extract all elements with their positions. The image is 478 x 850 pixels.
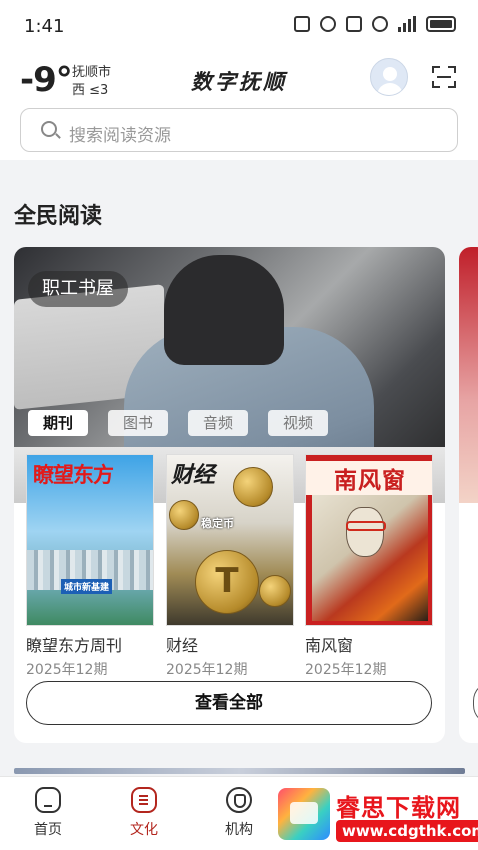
- search-input[interactable]: 搜索阅读资源: [20, 108, 458, 152]
- nfc-icon: [294, 16, 310, 32]
- phone-icon: [226, 787, 252, 813]
- book-cover[interactable]: 财经 稳定币: [166, 454, 294, 626]
- signal-icon: [398, 16, 416, 32]
- search-placeholder: 搜索阅读资源: [69, 126, 171, 146]
- watermark-url: www.cdgthk.com: [336, 820, 478, 842]
- header: -9° 抚顺市 西 ≤3 数字抚顺 搜索阅读资源: [0, 48, 478, 160]
- book-name: 南风窗: [305, 636, 354, 655]
- battery-icon: [426, 16, 456, 32]
- culture-icon: [131, 787, 157, 813]
- search-icon: [41, 121, 57, 137]
- book-issue: 2025年12期: [305, 662, 387, 678]
- book-item[interactable]: 南风窗 南风窗 2025年12期: [305, 454, 433, 679]
- book-issue: 2025年12期: [166, 662, 248, 678]
- book-name: 瞭望东方周刊: [26, 636, 123, 655]
- tab-label: 文化: [130, 822, 158, 838]
- cover-headline: 城市新基建: [61, 579, 113, 594]
- section-title: 全民阅读: [14, 204, 103, 229]
- next-section-peek: [14, 768, 465, 774]
- status-icons: [294, 16, 456, 32]
- book-cover[interactable]: 南风窗: [305, 454, 433, 626]
- tab-label: 首页: [34, 822, 62, 838]
- book-issue: 2025年12期: [26, 662, 108, 678]
- home-icon: [35, 787, 61, 813]
- next-card-peek[interactable]: [459, 247, 478, 743]
- tab-video[interactable]: 视频: [268, 410, 328, 436]
- cover-title: 南风窗: [306, 461, 432, 495]
- banner-tag: 职工书屋: [28, 271, 128, 307]
- tab-periodicals[interactable]: 期刊: [28, 410, 88, 436]
- tab-institutions[interactable]: 机构: [199, 787, 279, 839]
- scan-icon[interactable]: [432, 66, 456, 88]
- avatar[interactable]: [370, 58, 408, 96]
- status-bar: 1:41: [0, 0, 478, 48]
- tab-audio[interactable]: 音频: [188, 410, 248, 436]
- alarm-icon: [320, 16, 336, 32]
- vibrate-icon: [346, 16, 362, 32]
- book-item[interactable]: 瞭望东方 城市新基建 瞭望东方周刊 2025年12期: [26, 454, 154, 679]
- watermark-title: 睿思下载网: [336, 794, 461, 822]
- tab-home[interactable]: 首页: [8, 787, 88, 839]
- book-item[interactable]: 财经 稳定币 财经 2025年12期: [166, 454, 294, 679]
- wifi-icon: [372, 16, 388, 32]
- view-all-button[interactable]: 查看全部: [26, 681, 432, 725]
- book-cover[interactable]: 瞭望东方 城市新基建: [26, 454, 154, 626]
- reading-card: 职工书屋 期刊 图书 音频 视频 瞭望东方 城市新基建 瞭望东方周刊 2025年…: [14, 247, 445, 743]
- tab-culture[interactable]: 文化: [104, 787, 184, 839]
- tab-label: 机构: [225, 822, 253, 838]
- book-name: 财经: [166, 636, 199, 655]
- watermark: 睿思下载网 www.cdgthk.com: [278, 786, 478, 850]
- cover-title: 财经: [171, 463, 216, 488]
- cover-headline: 稳定币: [201, 517, 234, 530]
- status-time: 1:41: [24, 16, 65, 37]
- cover-title: 瞭望东方: [33, 463, 114, 487]
- category-tabs: 期刊 图书 音频 视频: [28, 410, 328, 436]
- watermark-logo: [278, 788, 330, 840]
- tab-books[interactable]: 图书: [108, 410, 168, 436]
